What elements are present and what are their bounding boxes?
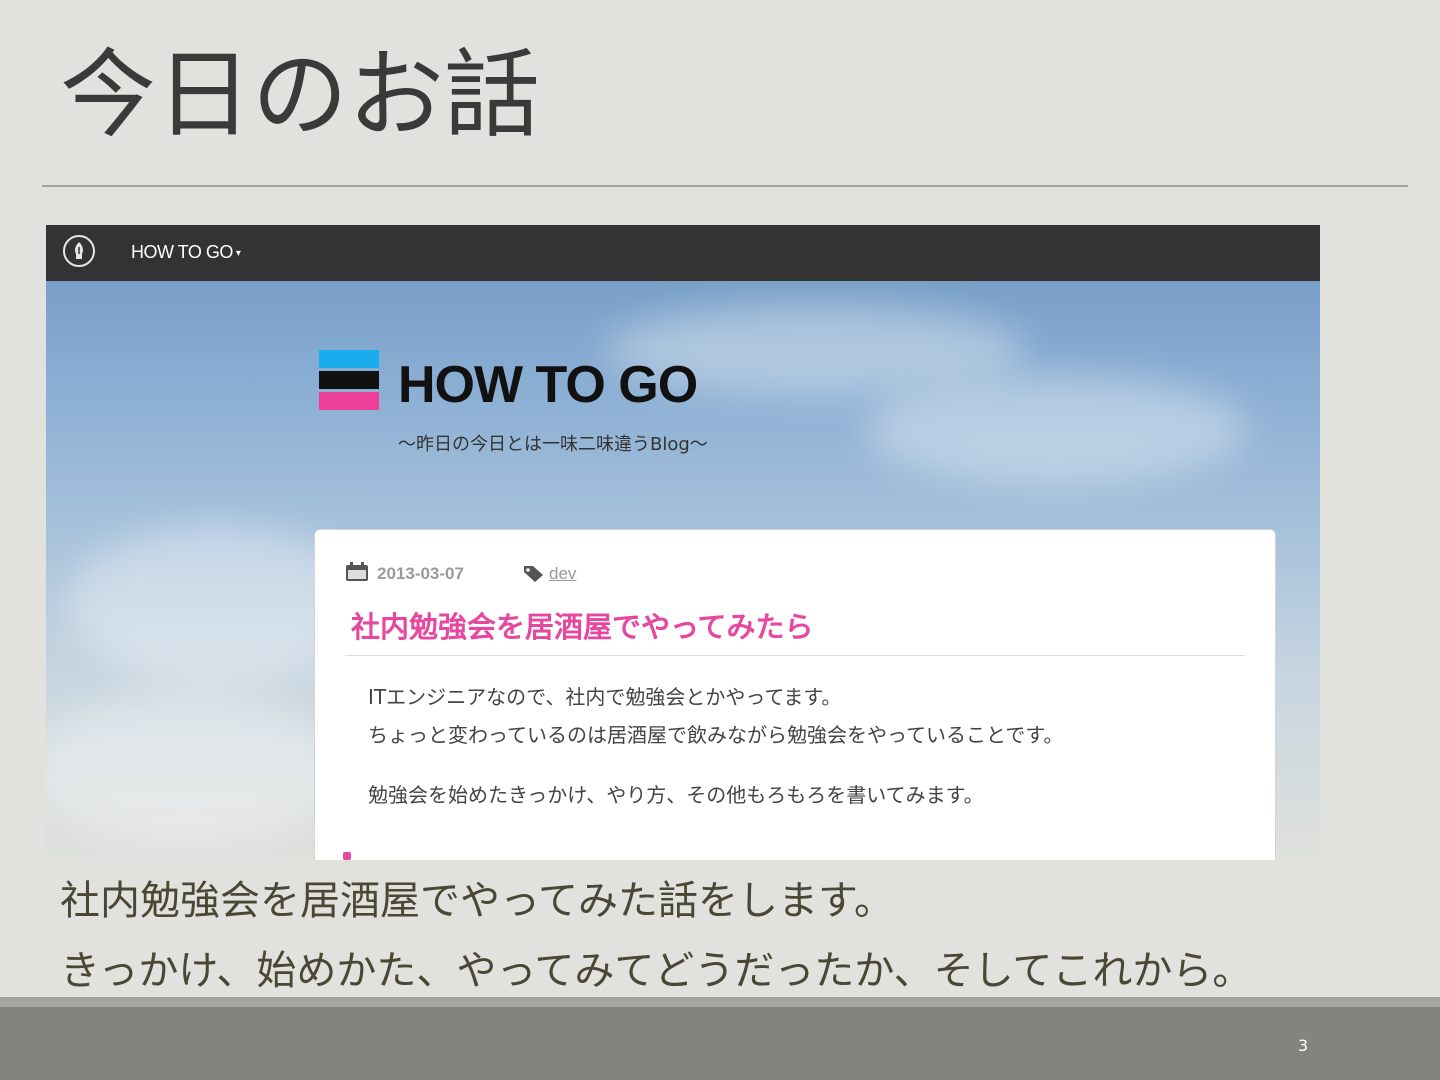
page-number: 3: [1298, 1036, 1309, 1055]
slide-title: 今日のお話: [60, 39, 540, 151]
nav-brand-label: HOW TO GO: [131, 242, 233, 262]
cloud-decoration: [46, 695, 346, 845]
caption-line: きっかけ、始めかた、やってみてどうだったか、そしてこれから。: [60, 948, 1253, 994]
post-divider: [345, 655, 1245, 656]
calendar-icon: [346, 562, 368, 581]
blog-subtitle: ～昨日の今日とは一味二味違うBlog～: [398, 434, 708, 455]
tag-icon: [524, 566, 543, 582]
title-divider: [42, 185, 1408, 187]
chevron-down-icon: ▾: [235, 248, 241, 259]
slide-caption: 社内勉強会を居酒屋でやってみた話をします。 きっかけ、始めかた、やってみてどうだ…: [60, 866, 1252, 1006]
post-card: 2013-03-07 dev 社内勉強会を居酒屋でやってみたら ITエンジニアな…: [314, 529, 1276, 860]
slide-footer: [0, 997, 1440, 1080]
blog-screenshot: HOW TO GO ▾ HOW TO GO ～昨日の今日とは一味二味違うBlog～…: [46, 225, 1320, 860]
post-body: ITエンジニアなので、社内で勉強会とかやってます。 ちょっと変わっているのは居酒…: [368, 678, 1063, 814]
navbar: HOW TO GO ▾: [46, 225, 1320, 281]
post-date: 2013-03-07: [377, 564, 464, 583]
nav-brand-dropdown[interactable]: HOW TO GO ▾: [131, 242, 241, 263]
post-tag-link[interactable]: dev: [549, 564, 576, 584]
blog-title[interactable]: HOW TO GO: [398, 355, 698, 415]
footer-accent-bar: [0, 997, 1440, 1007]
cloud-decoration: [866, 375, 1246, 485]
post-paragraph: ちょっと変わっているのは居酒屋で飲みながら勉強会をやっていることです。: [368, 723, 1064, 747]
blog-logo-icon[interactable]: [319, 350, 379, 410]
post-paragraph: ITエンジニアなので、社内で勉強会とかやってます。: [368, 685, 842, 709]
post-title-link[interactable]: 社内勉強会を居酒屋でやってみたら: [351, 604, 814, 646]
post-paragraph: 勉強会を始めたきっかけ、やり方、その他もろもろを書いてみます。: [368, 783, 984, 807]
caption-line: 社内勉強会を居酒屋でやってみた話をします。: [60, 878, 894, 924]
pen-nib-icon[interactable]: [63, 235, 95, 267]
read-more-marker: [343, 852, 351, 860]
